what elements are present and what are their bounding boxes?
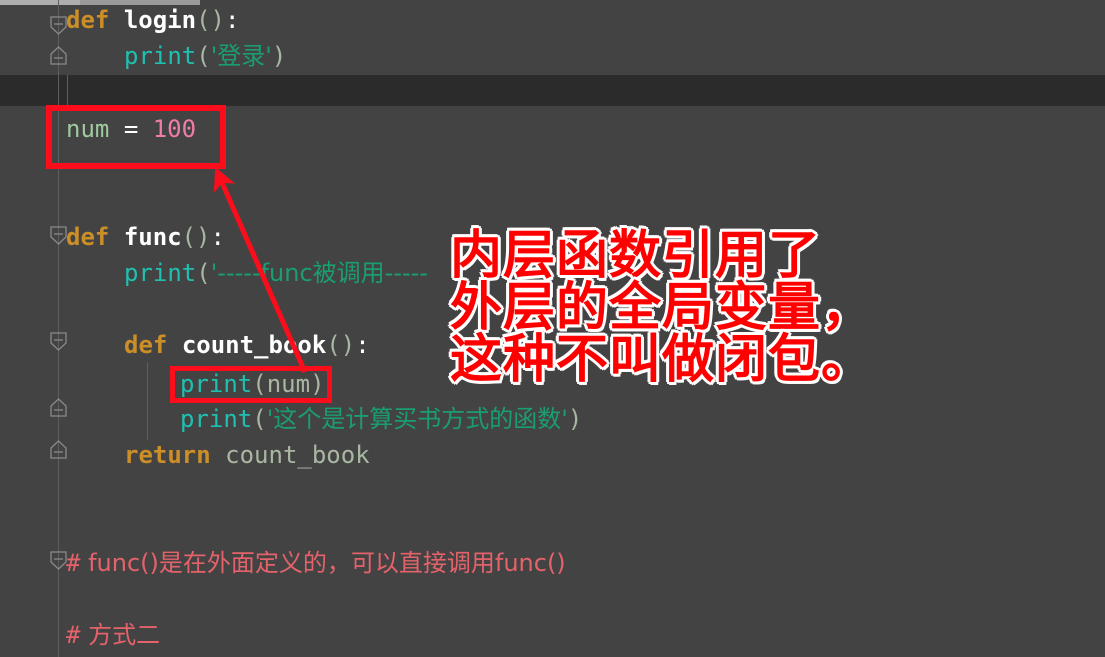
colon: :	[355, 331, 370, 359]
gutter-divider-line-caret	[67, 75, 68, 106]
fold-marker-countbook-end[interactable]	[48, 398, 69, 417]
fold-marker-countbook-start[interactable]	[48, 332, 69, 351]
annotation-note: 内层函数引用了 外层的全局变量， 这种不叫做闭包。	[450, 226, 875, 390]
code-editor-screenshot: def login(): print('登录') num = 100 def f…	[0, 0, 1105, 657]
colon: :	[224, 6, 240, 34]
colon: :	[210, 223, 225, 251]
highlight-box-num-assign	[46, 105, 226, 169]
highlight-box-print-num	[170, 366, 332, 403]
string-func-called: '-----func被调用-----	[210, 259, 428, 287]
space-1	[109, 6, 123, 34]
comment-text-2: 方式二	[80, 621, 161, 649]
string-method: '这个是计算买书方式的函数'	[266, 405, 568, 433]
parens: ()	[181, 223, 211, 251]
code-line-print-func: print('-----func被调用-----	[124, 258, 428, 288]
open-paren: (	[196, 259, 211, 287]
builtin-print: print	[124, 259, 197, 287]
keyword-def: def	[66, 223, 110, 251]
fold-marker-login-end[interactable]	[48, 46, 69, 65]
current-line-highlight	[0, 75, 1105, 106]
builtin-print: print	[180, 405, 253, 433]
keyword-def: def	[66, 6, 110, 34]
comment-hash: #	[66, 621, 81, 649]
function-name-login: login	[123, 6, 197, 34]
builtin-print: print	[124, 42, 197, 70]
keyword-def: def	[124, 331, 168, 359]
open-paren: (	[252, 405, 267, 433]
code-line-def-countbook: def count_book():	[124, 330, 370, 360]
comment-hash: #	[66, 549, 81, 577]
returned-name: count_book	[225, 441, 370, 469]
open-paren: (	[196, 42, 211, 70]
function-name-func: func	[123, 223, 182, 251]
function-name-count-book: count_book	[181, 331, 327, 359]
string-login: '登录'	[210, 42, 272, 70]
fold-marker-func-end[interactable]	[48, 440, 69, 459]
indent-guide	[147, 362, 148, 440]
code-line-print-login: print('登录')	[124, 41, 286, 71]
code-line-comment-1: # func()是在外面定义的，可以直接调用func()	[66, 548, 566, 578]
code-line-return: return count_book	[124, 440, 370, 470]
code-line-def-login: def login():	[66, 5, 239, 35]
code-line-def-func: def func():	[66, 222, 225, 252]
keyword-return: return	[124, 441, 211, 469]
code-line-comment-2: # 方式二	[66, 620, 160, 650]
close-paren: )	[271, 42, 287, 70]
close-paren: )	[567, 405, 583, 433]
code-line-print-method: print('这个是计算买书方式的函数')	[180, 404, 582, 434]
parens: ()	[196, 6, 225, 34]
parens: ()	[326, 331, 356, 359]
comment-text-1: func()是在外面定义的，可以直接调用func()	[80, 549, 566, 577]
